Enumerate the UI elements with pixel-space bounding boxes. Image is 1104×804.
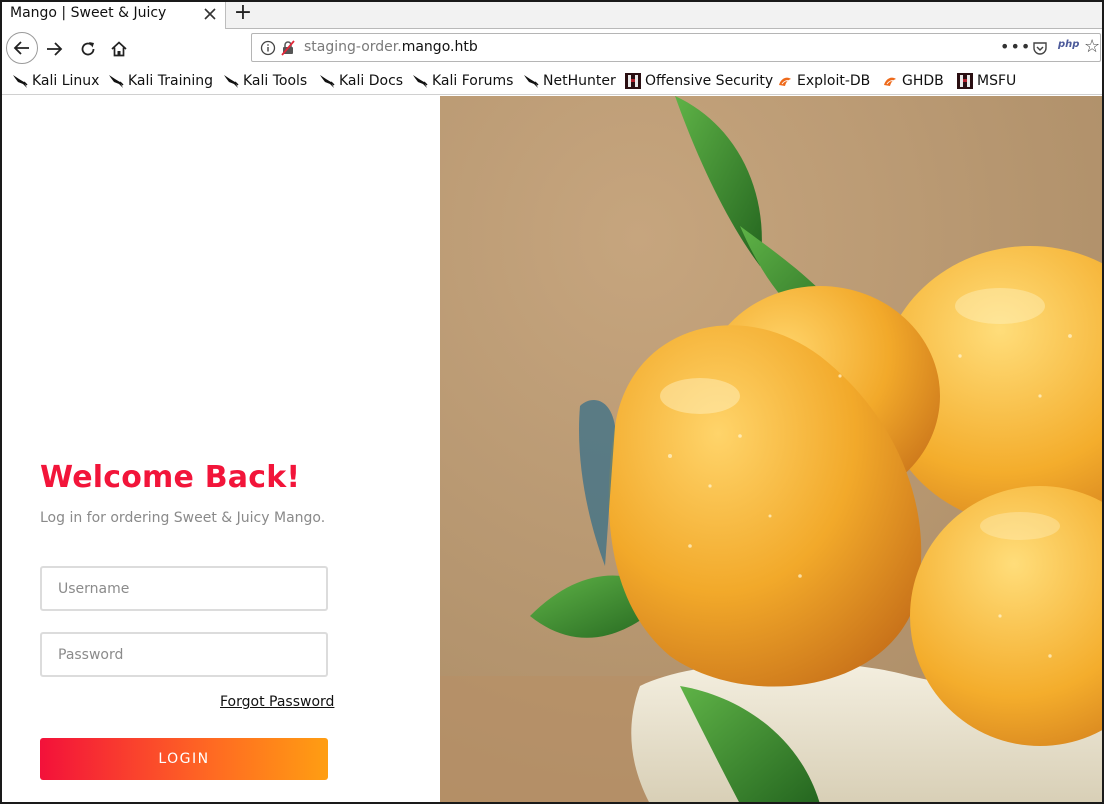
kali-dragon-icon bbox=[523, 73, 539, 89]
url-domain: mango.htb bbox=[401, 39, 478, 55]
kali-dragon-icon bbox=[223, 73, 239, 89]
tab-strip: Mango | Sweet & Juicy + bbox=[2, 2, 1102, 29]
bookmark-star-icon[interactable]: ☆ bbox=[1084, 37, 1100, 57]
home-icon bbox=[111, 41, 127, 57]
kali-dragon-icon bbox=[108, 73, 124, 89]
bookmark-kali-linux[interactable]: Kali Linux bbox=[12, 71, 99, 91]
arrow-right-icon bbox=[47, 42, 63, 56]
kali-dragon-icon bbox=[412, 73, 428, 89]
mango-hero-image bbox=[440, 96, 1102, 802]
back-button[interactable] bbox=[6, 32, 38, 64]
url-text[interactable]: staging-order.mango.htb bbox=[304, 39, 478, 55]
url-subdomain: staging-order. bbox=[304, 39, 402, 55]
exploit-db-icon bbox=[777, 73, 793, 89]
bookmarks-toolbar: Kali Linux Kali Training Kali Tools Kali… bbox=[2, 67, 1102, 95]
bookmark-kali-forums[interactable]: Kali Forums bbox=[412, 71, 513, 91]
bookmark-msfu[interactable]: MSFU bbox=[957, 71, 1016, 91]
kali-dragon-icon bbox=[319, 73, 335, 89]
exploit-db-icon bbox=[882, 73, 898, 89]
bookmark-kali-docs[interactable]: Kali Docs bbox=[319, 71, 403, 91]
kali-dragon-icon bbox=[12, 73, 28, 89]
bookmark-label: GHDB bbox=[902, 73, 944, 89]
offsec-icon bbox=[957, 73, 973, 89]
bookmark-exploit-db[interactable]: Exploit-DB bbox=[777, 71, 870, 91]
bookmark-label: Kali Linux bbox=[32, 73, 100, 89]
bookmark-label: Kali Docs bbox=[339, 73, 404, 89]
bookmark-label: Exploit-DB bbox=[797, 73, 871, 89]
tab-title: Mango | Sweet & Juicy bbox=[10, 5, 167, 21]
bookmark-label: Offensive Security bbox=[645, 73, 774, 89]
address-bar[interactable]: staging-order.mango.htb ••• php ☆ bbox=[251, 33, 1101, 62]
browser-window: Mango | Sweet & Juicy + staging-order.ma… bbox=[0, 0, 1104, 804]
password-input[interactable] bbox=[40, 632, 328, 677]
tab-mango[interactable]: Mango | Sweet & Juicy bbox=[2, 2, 226, 29]
new-tab-button[interactable]: + bbox=[232, 2, 254, 25]
bookmark-label: Kali Forums bbox=[432, 73, 514, 89]
bookmark-ghdb[interactable]: GHDB bbox=[882, 71, 944, 91]
page-title: Welcome Back! bbox=[40, 460, 301, 495]
login-button[interactable]: LOGIN bbox=[40, 738, 328, 780]
insecure-lock-icon[interactable] bbox=[280, 40, 296, 56]
bookmark-offensive-security[interactable]: Offensive Security bbox=[625, 71, 773, 91]
page-actions-button[interactable]: ••• bbox=[1000, 37, 1031, 56]
forward-button[interactable] bbox=[40, 35, 68, 63]
close-icon[interactable] bbox=[203, 6, 217, 20]
bookmark-label: Kali Tools bbox=[243, 73, 308, 89]
php-extension-icon[interactable]: php bbox=[1058, 39, 1079, 50]
login-panel: Welcome Back! Log in for ordering Sweet … bbox=[2, 96, 440, 802]
username-input[interactable] bbox=[40, 566, 328, 611]
forgot-password-link[interactable]: Forgot Password bbox=[220, 694, 334, 710]
bookmark-label: MSFU bbox=[977, 73, 1017, 89]
reload-icon bbox=[81, 42, 95, 56]
reload-button[interactable] bbox=[74, 35, 102, 63]
bookmark-kali-training[interactable]: Kali Training bbox=[108, 71, 213, 91]
page-content: Welcome Back! Log in for ordering Sweet … bbox=[2, 96, 1102, 802]
pocket-icon[interactable] bbox=[1032, 40, 1048, 56]
home-button[interactable] bbox=[105, 35, 133, 63]
bookmark-nethunter[interactable]: NetHunter bbox=[523, 71, 616, 91]
offsec-icon bbox=[625, 73, 641, 89]
arrow-left-icon bbox=[13, 41, 29, 55]
bookmark-label: Kali Training bbox=[128, 73, 213, 89]
bookmark-kali-tools[interactable]: Kali Tools bbox=[223, 71, 307, 91]
info-icon[interactable] bbox=[260, 40, 276, 56]
bookmark-label: NetHunter bbox=[543, 73, 616, 89]
login-subtitle: Log in for ordering Sweet & Juicy Mango. bbox=[40, 510, 326, 526]
navigation-toolbar: staging-order.mango.htb ••• php ☆ bbox=[2, 29, 1102, 67]
